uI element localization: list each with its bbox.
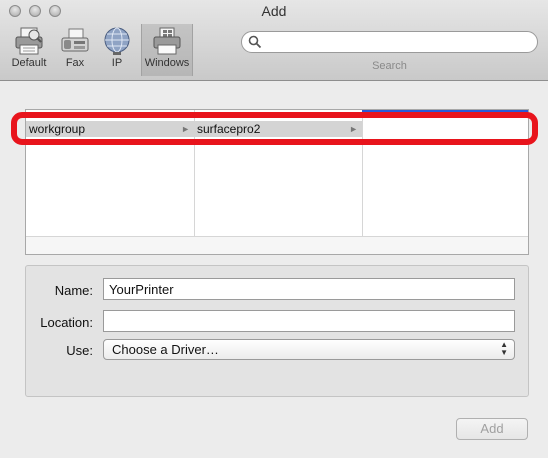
printer-icon <box>15 27 43 55</box>
printer-browser[interactable]: workgroup ► surfacepro2 ► <box>25 109 529 255</box>
globe-icon <box>104 27 130 55</box>
toolbar: Add Default Fax IP Windows Search <box>0 0 548 81</box>
window-title: Add <box>261 3 287 19</box>
driver-select[interactable]: Choose a Driver… ▲ ▼ <box>103 339 515 360</box>
browser-column-printers[interactable] <box>362 110 528 238</box>
partial-row-below[interactable] <box>194 135 362 151</box>
use-label: Use: <box>66 343 93 358</box>
partial-row-above[interactable] <box>26 110 194 117</box>
list-item-printer[interactable] <box>362 121 528 137</box>
list-item-label: surfacepro2 <box>197 122 261 136</box>
list-item-label: workgroup <box>29 122 86 136</box>
toolbar-default-label: Default <box>11 57 47 69</box>
add-button[interactable]: Add <box>456 418 528 440</box>
add-printer-window: Add Default Fax IP Windows Search workgr… <box>0 0 548 458</box>
location-field[interactable] <box>103 310 515 332</box>
list-item-workgroup[interactable]: workgroup ► <box>26 121 194 137</box>
partial-row-above[interactable] <box>194 110 362 117</box>
horizontal-scrollbar[interactable] <box>26 236 528 254</box>
updown-arrows-icon: ▲ ▼ <box>500 340 508 357</box>
name-label: Name: <box>54 283 93 298</box>
browser-column-workgroups[interactable]: workgroup ► <box>26 110 195 238</box>
driver-select-value: Choose a Driver… <box>112 342 219 357</box>
windows-printer-icon <box>153 27 181 55</box>
toolbar-default-button[interactable]: Default <box>7 24 51 76</box>
toolbar-windows-button[interactable]: Windows <box>141 24 193 76</box>
toolbar-fax-label: Fax <box>65 57 85 69</box>
browser-column-hosts[interactable]: surfacepro2 ► <box>194 110 363 238</box>
toolbar-windows-label: Windows <box>144 57 190 69</box>
search-input[interactable] <box>241 31 538 53</box>
name-field[interactable] <box>103 278 515 300</box>
search-label: Search <box>372 60 407 72</box>
toolbar-ip-button[interactable]: IP <box>95 24 139 76</box>
chevron-right-icon: ► <box>181 124 190 134</box>
toolbar-ip-label: IP <box>111 57 123 69</box>
toolbar-fax-button[interactable]: Fax <box>53 24 97 76</box>
selected-printer-row[interactable] <box>362 110 528 115</box>
fax-icon <box>61 28 89 52</box>
search-icon <box>248 35 262 49</box>
search-field[interactable] <box>241 31 538 55</box>
location-label: Location: <box>40 315 93 330</box>
